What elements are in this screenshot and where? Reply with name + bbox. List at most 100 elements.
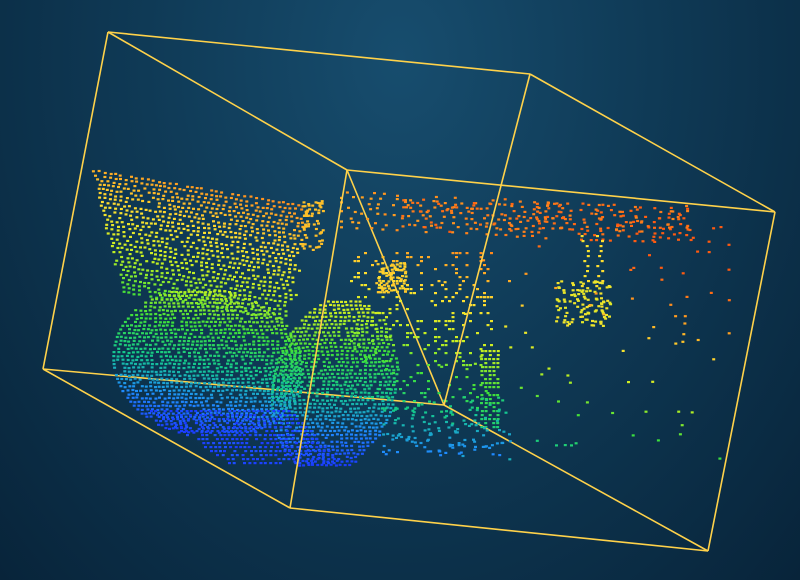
cloud-point	[544, 237, 548, 240]
cloud-point	[125, 274, 129, 277]
cloud-point	[535, 394, 539, 398]
cloud-point	[298, 327, 302, 330]
cloud-point	[162, 301, 166, 304]
cloud-point	[187, 206, 191, 209]
cloud-point	[225, 344, 229, 347]
cloud-point	[503, 198, 507, 201]
cloud-point	[226, 359, 230, 362]
cloud-point	[124, 179, 128, 182]
cloud-point	[284, 332, 288, 335]
cloud-point	[119, 273, 123, 276]
cloud-point	[586, 229, 590, 232]
cloud-point	[194, 313, 198, 316]
cloud-point	[274, 454, 278, 457]
cloud-point	[599, 229, 603, 232]
cloud-point	[248, 434, 252, 437]
cloud-point	[232, 385, 236, 388]
cloud-point	[135, 389, 138, 393]
cloud-point	[128, 253, 132, 256]
cloud-point	[273, 434, 277, 437]
cloud-point	[178, 359, 182, 362]
cloud-point	[630, 297, 634, 300]
cloud-point	[263, 309, 267, 312]
cloud-point	[402, 392, 406, 395]
cloud-point	[346, 331, 350, 334]
cloud-point	[374, 361, 378, 364]
cloud-point	[275, 442, 279, 445]
cloud-point	[191, 290, 195, 293]
cloud-point	[270, 399, 274, 402]
cloud-point	[271, 225, 275, 228]
cloud-point	[518, 200, 522, 203]
cloud-point	[254, 369, 258, 372]
cloud-point	[378, 388, 381, 391]
cloud-point	[496, 414, 500, 417]
point-cloud-scene[interactable]	[0, 0, 800, 580]
cloud-point	[143, 246, 147, 249]
cloud-point	[451, 312, 455, 315]
cloud-point	[190, 186, 194, 189]
cloud-point	[303, 376, 307, 379]
cloud-point	[207, 362, 211, 365]
cloud-point	[274, 450, 278, 453]
cloud-point	[303, 342, 307, 345]
cloud-point	[577, 293, 581, 296]
cloud-point	[372, 364, 376, 367]
cloud-point	[296, 437, 300, 440]
cloud-point	[279, 328, 283, 331]
cloud-point	[281, 442, 285, 445]
cloud-point	[298, 269, 301, 272]
cloud-point	[646, 225, 650, 228]
cloud-point	[181, 343, 185, 346]
cloud-point	[430, 224, 433, 227]
cloud-point	[253, 389, 257, 392]
cloud-point	[120, 221, 124, 224]
cloud-point	[232, 351, 236, 355]
cloud-point	[160, 332, 163, 335]
cloud-point	[181, 305, 185, 308]
cloud-point	[291, 276, 295, 279]
cloud-point	[363, 372, 367, 375]
cloud-point	[205, 351, 209, 354]
cloud-point	[204, 414, 208, 417]
cloud-point	[172, 217, 176, 220]
cloud-point	[140, 359, 144, 362]
cloud-point	[288, 450, 292, 453]
cloud-point	[492, 426, 496, 429]
cloud-point	[255, 219, 259, 222]
cloud-point	[371, 410, 375, 413]
cloud-point	[618, 210, 622, 213]
cloud-point	[206, 366, 210, 369]
cloud-point	[217, 389, 221, 392]
cloud-point	[409, 288, 413, 291]
cloud-point	[245, 209, 249, 212]
cloud-point	[94, 174, 97, 177]
cloud-point	[259, 370, 262, 374]
cloud-point	[286, 249, 290, 252]
cloud-point	[203, 244, 207, 247]
cloud-point	[290, 364, 294, 367]
cloud-point	[447, 426, 451, 429]
point-cloud-viewport[interactable]	[0, 0, 800, 580]
cloud-point	[190, 400, 193, 403]
cloud-point	[427, 344, 430, 347]
cloud-point	[353, 348, 357, 351]
cloud-point	[155, 298, 159, 301]
cloud-point	[154, 210, 158, 213]
cloud-point	[230, 236, 234, 239]
cloud-point	[211, 310, 215, 313]
cloud-point	[321, 454, 325, 457]
cloud-point	[247, 343, 251, 346]
cloud-point	[154, 184, 158, 187]
cloud-point	[345, 353, 349, 357]
cloud-point	[178, 340, 182, 343]
cloud-point	[586, 265, 590, 268]
cloud-point	[319, 369, 323, 372]
cloud-point	[323, 334, 327, 337]
cloud-point	[261, 241, 265, 244]
cloud-point	[490, 296, 493, 299]
cloud-point	[345, 303, 349, 307]
cloud-point	[420, 260, 423, 263]
cloud-point	[146, 242, 150, 245]
cloud-point	[177, 222, 180, 225]
